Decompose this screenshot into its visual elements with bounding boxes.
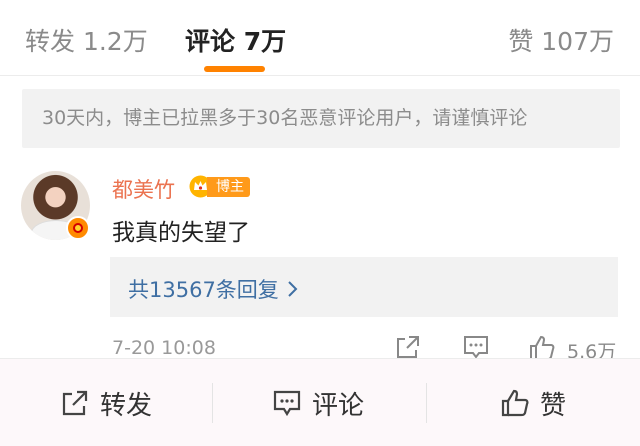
comment-icon	[273, 390, 301, 417]
bottom-action-bar: 转发 评论 赞	[0, 358, 640, 446]
share-icon[interactable]	[395, 334, 421, 360]
reply-icon[interactable]	[462, 334, 490, 360]
comment-text: 我真的失望了	[112, 220, 250, 246]
repost-icon	[62, 390, 88, 416]
active-tab-indicator	[204, 66, 265, 72]
tab-repost[interactable]: 转发 1.2万	[25, 22, 148, 58]
tab-like[interactable]: 赞 107万	[508, 22, 614, 58]
comment-label: 评论	[312, 390, 365, 421]
verified-badge-icon	[66, 216, 90, 240]
author-badge: 博主	[207, 177, 250, 197]
divider	[426, 383, 427, 423]
replies-box[interactable]: 共13567条回复	[110, 257, 618, 317]
comment-button[interactable]: 评论	[272, 359, 364, 446]
repost-label: 转发	[100, 390, 153, 421]
comment-username[interactable]: 都美竹	[112, 174, 175, 204]
tab-bar: 转发 1.2万 评论 7万 赞 107万	[0, 0, 640, 76]
thumbs-up-icon	[501, 389, 529, 417]
repost-button[interactable]: 转发	[60, 359, 152, 446]
replies-link-label: 共13567条回复	[128, 278, 279, 302]
like-label: 赞	[540, 390, 567, 421]
tab-comment[interactable]: 评论 7万	[185, 22, 286, 58]
view-replies-link[interactable]: 共13567条回复	[128, 274, 299, 304]
comment-time: 7-20 10:08	[112, 337, 216, 359]
divider	[212, 383, 213, 423]
comment-warning-notice: 30天内，博主已拉黑多于30名恶意评论用户，请谨慎评论	[22, 89, 620, 148]
like-button[interactable]: 赞	[500, 359, 566, 446]
chevron-right-icon	[288, 281, 298, 297]
